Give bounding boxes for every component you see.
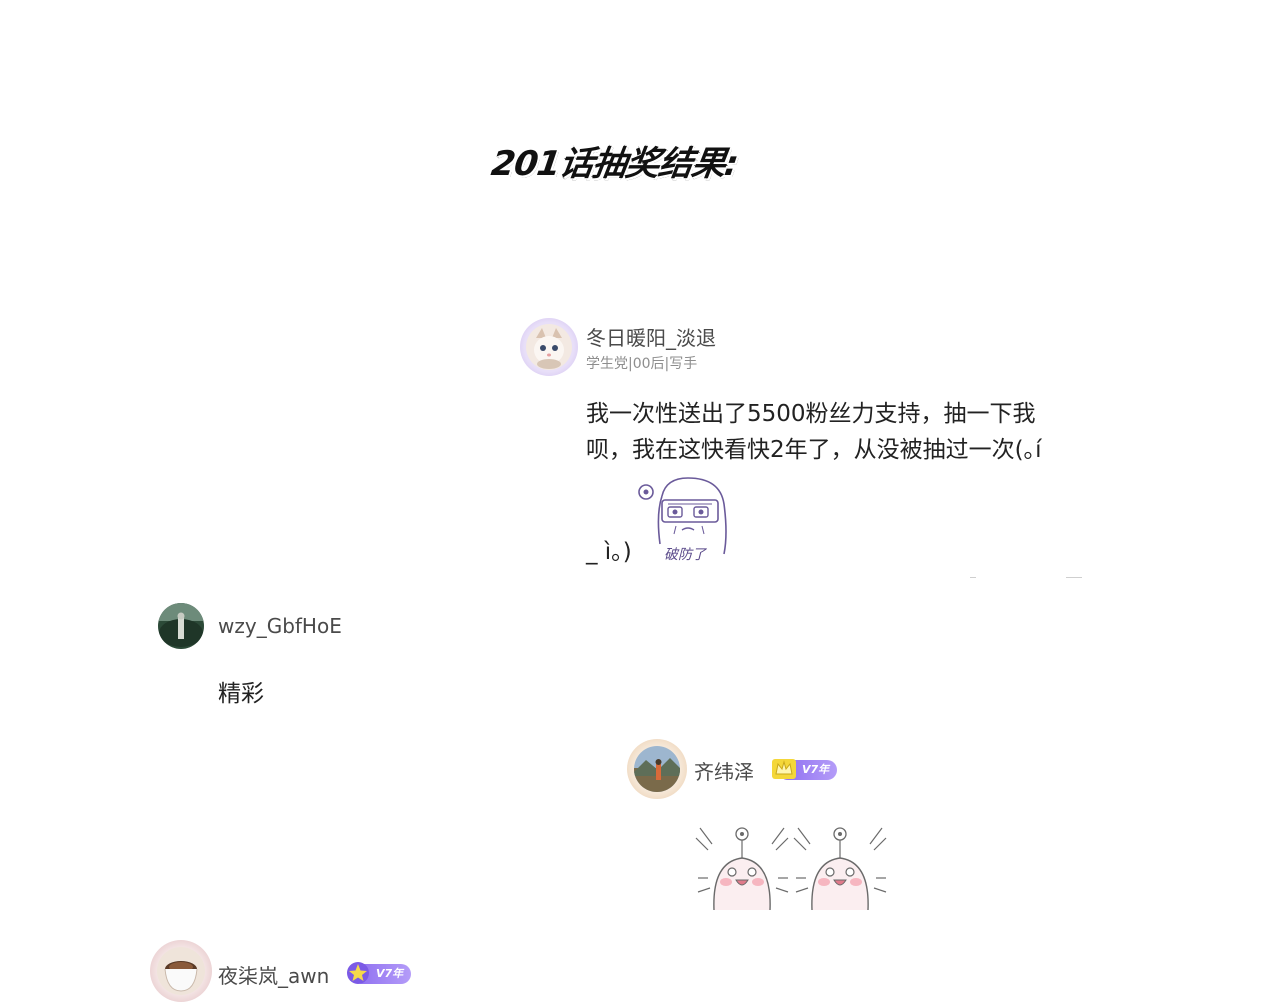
badge-label: V7年 (376, 967, 404, 980)
cat-avatar-icon[interactable] (526, 324, 572, 370)
crown-icon (772, 754, 802, 784)
username[interactable]: 冬日暖阳_淡退 (586, 322, 716, 351)
vip-badge: V7年 (772, 759, 838, 780)
excited-blob-sticker-icon (694, 818, 890, 914)
landscape-avatar-icon[interactable] (634, 746, 680, 792)
page-title: 201话抽奖结果: (488, 144, 741, 184)
divider (1066, 577, 1082, 578)
comment-text-line-1: 我一次性送出了5500粉丝力支持，抽一下我 (586, 401, 1036, 427)
landscape-avatar-icon[interactable] (158, 603, 204, 649)
username[interactable]: wzy_GbfHoE (218, 614, 342, 638)
comment-text: 精彩 (218, 681, 264, 707)
vip-badge: V7年 (347, 962, 412, 984)
comment-text-line-2: 呗，我在这快看快2年了，从没被抽过一次(｡í (586, 437, 1042, 463)
username[interactable]: 夜柒岚_awn (218, 960, 329, 989)
coffee-avatar-icon[interactable] (157, 947, 205, 995)
divider (970, 577, 976, 578)
broken-defense-sticker-icon: 破防了 (632, 474, 736, 568)
badge-label: V7年 (802, 763, 830, 776)
sticker-caption: 破防了 (664, 547, 706, 563)
username[interactable]: 齐纬泽 (694, 756, 754, 785)
user-tags: 学生党|00后|写手 (586, 356, 698, 372)
star-crown-icon (346, 958, 376, 988)
comment-text-line-3: _ ì｡) (586, 539, 632, 565)
